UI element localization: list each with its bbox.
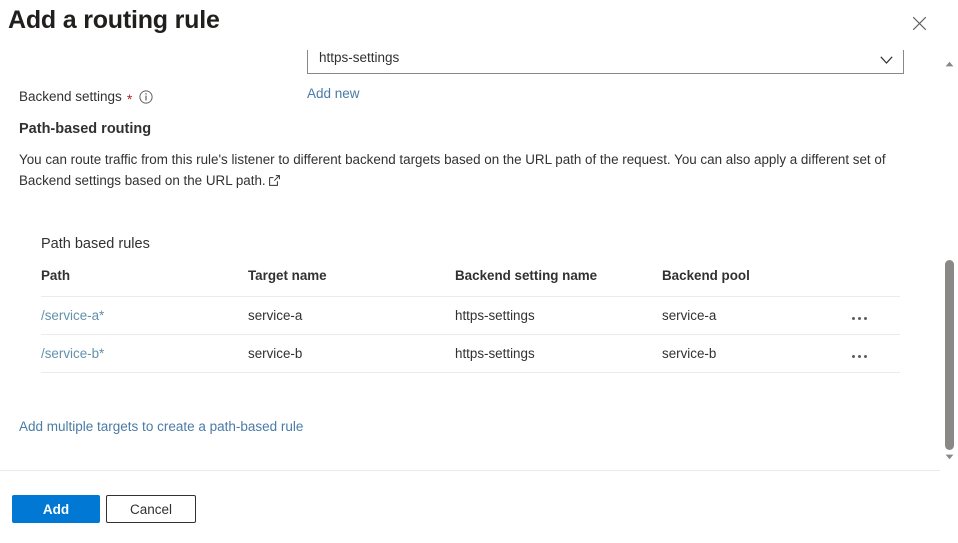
cell-actions (852, 296, 900, 335)
table-row: /service-b* service-b https-settings ser… (41, 334, 900, 373)
scroll-up-arrow-icon[interactable] (941, 55, 958, 72)
table-row: /service-a* service-a https-settings ser… (41, 296, 900, 335)
add-multiple-targets-link[interactable]: Add multiple targets to create a path-ba… (19, 419, 303, 434)
close-icon (912, 16, 926, 30)
column-header-actions (852, 268, 900, 297)
cancel-button[interactable]: Cancel (106, 495, 196, 523)
path-link[interactable]: /service-a* (41, 308, 104, 323)
scrollbar-thumb[interactable] (945, 260, 954, 450)
cell-backend-setting-name: https-settings (455, 296, 662, 335)
close-button[interactable] (906, 10, 932, 36)
blade-footer: Add Cancel (0, 471, 958, 543)
page-title: Add a routing rule (8, 6, 220, 34)
backend-settings-dropdown-value: https-settings (319, 50, 400, 65)
column-header-target-name: Target name (248, 268, 455, 297)
path-based-rules-table: Path Target name Backend setting name Ba… (41, 268, 900, 373)
external-link-icon[interactable] (268, 171, 280, 192)
path-based-routing-description-text: You can route traffic from this rule's l… (19, 152, 886, 188)
cell-target-name: service-a (248, 296, 455, 335)
backend-settings-label: Backend settings * (19, 89, 153, 107)
cell-path: /service-b* (41, 334, 248, 373)
path-link[interactable]: /service-b* (41, 346, 104, 361)
more-options-icon[interactable] (852, 353, 867, 360)
cell-path: /service-a* (41, 296, 248, 335)
add-new-backend-setting-link[interactable]: Add new (307, 86, 360, 101)
blade-content: Backend settings * https-settings Add ne… (0, 50, 958, 470)
column-header-backend-pool: Backend pool (662, 268, 852, 297)
backend-settings-dropdown-wrap: https-settings (307, 50, 904, 81)
column-header-path: Path (41, 268, 248, 297)
cell-backend-setting-name: https-settings (455, 334, 662, 373)
info-icon[interactable] (139, 89, 153, 104)
path-based-routing-description: You can route traffic from this rule's l… (19, 149, 897, 192)
backend-settings-dropdown[interactable]: https-settings (307, 50, 904, 74)
backend-settings-label-text: Backend settings (19, 89, 122, 104)
vertical-scrollbar[interactable] (941, 55, 958, 465)
path-based-rules-title: Path based rules (41, 236, 150, 252)
cell-backend-pool: service-a (662, 296, 852, 335)
more-options-icon[interactable] (852, 315, 867, 322)
table-header-row: Path Target name Backend setting name Ba… (41, 268, 900, 297)
cell-actions (852, 334, 900, 373)
cell-backend-pool: service-b (662, 334, 852, 373)
required-marker: * (126, 90, 133, 107)
chevron-down-icon (879, 53, 893, 67)
path-based-routing-heading: Path-based routing (19, 121, 152, 137)
cell-target-name: service-b (248, 334, 455, 373)
add-button[interactable]: Add (12, 495, 100, 523)
column-header-backend-setting-name: Backend setting name (455, 268, 662, 297)
scroll-down-arrow-icon[interactable] (941, 448, 958, 465)
blade-header: Add a routing rule (0, 0, 958, 50)
